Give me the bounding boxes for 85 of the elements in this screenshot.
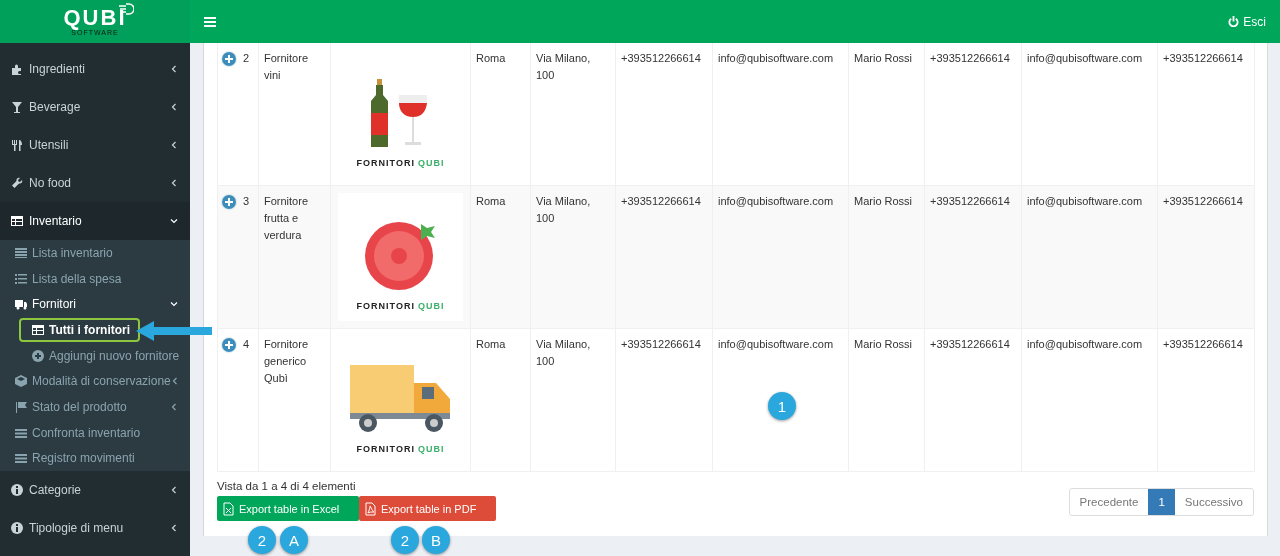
table-cell: Via Milano, 100	[530, 43, 616, 186]
pagination-button[interactable]: 1	[1148, 489, 1175, 515]
table-cell: Mario Rossi	[848, 185, 925, 329]
fork-knife-icon	[11, 139, 23, 151]
submenu-item[interactable]: Tutti i fornitori	[19, 317, 141, 342]
table-cell: Roma	[470, 43, 531, 186]
info-icon	[11, 484, 23, 497]
table-cell: +393512266614	[1157, 328, 1255, 472]
table-cell: +393512266614	[924, 43, 1022, 186]
expand-row-button[interactable]	[222, 337, 236, 352]
bars-icon	[15, 426, 27, 439]
logout-button[interactable]: Esci	[1226, 12, 1268, 31]
table-cell: Fornitore frutta e verdura	[258, 185, 331, 329]
sidebar-item[interactable]: No food	[0, 164, 190, 202]
logo-caption: FORNITORI	[356, 443, 415, 456]
table-cell: Mario Rossi	[848, 328, 925, 472]
pdf-file-icon	[365, 501, 376, 516]
callout-badge: A	[280, 526, 308, 554]
logo-caption: FORNITORI	[356, 157, 415, 170]
cocktail-glass-icon	[11, 101, 23, 113]
table-cell: +393512266614	[615, 328, 713, 472]
table-cell: Fornitore vini	[258, 43, 331, 186]
submenu-item[interactable]: Modalità di conservazione	[0, 368, 190, 395]
table-cell: Roma	[470, 185, 531, 329]
row-number: 3	[243, 194, 250, 209]
export-button[interactable]: Export table in PDF	[359, 496, 496, 521]
sidebar-item[interactable]: Ingredienti	[0, 50, 190, 88]
table-cell: +393512266614	[1157, 185, 1255, 329]
table-cell: +393512266614	[615, 185, 713, 329]
truck-icon	[15, 298, 27, 311]
submenu-item[interactable]: Registro movimenti	[0, 445, 190, 472]
flag-icon	[15, 400, 27, 413]
info-icon	[11, 522, 23, 535]
sidebar-item[interactable]: Utensili	[0, 126, 190, 164]
submenu-item[interactable]: Aggiungi nuovo fornitore	[19, 343, 190, 368]
list-icon	[15, 246, 27, 259]
table-cell: info@qubisoftware.com	[1021, 328, 1158, 472]
table-cell: info@qubisoftware.com	[1021, 43, 1158, 186]
table-cell: +393512266614	[615, 43, 713, 186]
menu-toggle-button[interactable]	[202, 14, 218, 29]
table-cell: Mario Rossi	[848, 43, 925, 186]
table-cell: Fornitore generico Qubì	[258, 328, 331, 472]
table-cell: +393512266614	[924, 328, 1022, 472]
plus-circle-icon	[32, 349, 44, 362]
table-cell: Via Milano, 100	[530, 328, 616, 472]
table-cell: +393512266614	[924, 185, 1022, 329]
table-cell: Roma	[470, 328, 531, 472]
table-cell: info@qubisoftware.com	[712, 43, 849, 186]
table-icon	[11, 215, 23, 227]
table-info-text: Vista da 1 a 4 di 4 elementi	[217, 480, 357, 492]
submenu-item[interactable]: Lista inventario	[0, 240, 190, 266]
sidebar-item[interactable]: Inventario	[0, 202, 190, 240]
callout-badge: 2	[248, 526, 276, 554]
submenu-item[interactable]: Fornitori	[0, 291, 190, 318]
logo-caption: FORNITORI	[356, 300, 415, 313]
menu-icon	[204, 16, 216, 27]
sidebar-item[interactable]: Beverage	[0, 88, 190, 126]
callout-badge: 2	[391, 526, 419, 554]
puzzle-icon	[11, 63, 23, 75]
excel-file-icon	[223, 501, 234, 516]
cube-icon	[15, 375, 27, 388]
logo-text: QUBI	[63, 6, 127, 29]
logo-brand: QUBI	[417, 157, 445, 170]
power-icon	[1228, 16, 1240, 27]
expand-row-button[interactable]	[222, 194, 236, 209]
wrench-icon	[11, 177, 23, 189]
table-cell: Via Milano, 100	[530, 185, 616, 329]
export-button[interactable]: Export table in Excel	[217, 496, 359, 521]
sidebar-item[interactable]: Categorie	[0, 471, 190, 510]
numbered-list-icon	[15, 272, 27, 285]
bars-icon	[15, 452, 27, 465]
table-cell: info@qubisoftware.com	[712, 185, 849, 329]
submenu-item[interactable]: Confronta inventario	[0, 419, 190, 446]
logo-brand: QUBI	[417, 300, 445, 313]
submenu-item[interactable]: Stato del prodotto	[0, 394, 190, 420]
table-cell: info@qubisoftware.com	[1021, 185, 1158, 329]
callout-badge: B	[422, 526, 450, 554]
row-number: 4	[243, 337, 250, 352]
table-icon	[32, 323, 44, 336]
submenu-item[interactable]: Lista della spesa	[0, 265, 190, 292]
logo-brand: QUBI	[417, 443, 445, 456]
expand-row-button[interactable]	[222, 51, 236, 66]
table-cell: +393512266614	[1157, 43, 1255, 186]
sidebar-item[interactable]: Tipologie di menu	[0, 509, 190, 548]
row-number: 2	[243, 51, 250, 66]
